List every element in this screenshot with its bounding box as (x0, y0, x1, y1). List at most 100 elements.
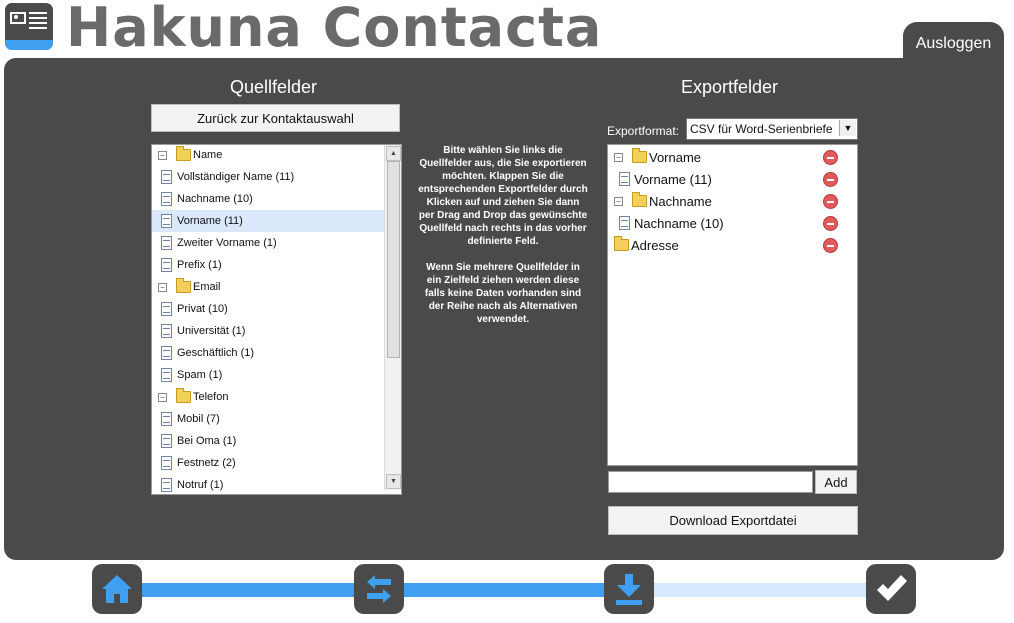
document-icon (161, 302, 172, 316)
app-logo-icon (5, 3, 53, 50)
scroll-up-arrow-icon[interactable]: ▲ (386, 146, 401, 161)
tree-item[interactable]: Zweiter Vorname (1) (152, 232, 384, 254)
scroll-down-arrow-icon[interactable]: ▼ (386, 474, 401, 489)
export-item[interactable]: Nachname (10) (608, 212, 857, 234)
instructions-paragraph: Bitte wählen Sie links die Quellfelder a… (418, 145, 588, 247)
export-fields-heading: Exportfelder (681, 77, 779, 97)
document-icon (161, 412, 172, 426)
folder-icon (176, 388, 191, 403)
tree-item[interactable]: Spam (1) (152, 364, 384, 386)
document-icon (161, 478, 172, 492)
folder-icon (632, 192, 647, 207)
tree-item[interactable]: Vollständiger Name (11) (152, 166, 384, 188)
progress-segment (654, 583, 866, 597)
source-fields-heading: Quellfelder (230, 77, 318, 97)
progress-segment (404, 583, 604, 597)
document-icon (161, 324, 172, 338)
tree-label: Vollständiger Name (11) (177, 171, 295, 183)
step-done-button[interactable] (866, 564, 916, 614)
tree-label: Nachname (649, 194, 712, 209)
tree-folder-name[interactable]: − Name (152, 145, 384, 166)
folder-icon (614, 236, 629, 251)
step-mapping-button[interactable] (354, 564, 404, 614)
tree-label: Prefix (1) (177, 259, 222, 271)
tree-label: Bei Oma (1) (177, 435, 237, 447)
document-icon (161, 192, 172, 206)
collapse-toggle-icon[interactable]: − (158, 283, 167, 292)
tree-label: Telefon (193, 391, 229, 403)
document-icon (161, 368, 172, 382)
tree-item[interactable]: Vorname (11) (152, 210, 384, 232)
new-export-field-input[interactable] (608, 471, 813, 493)
export-format-select[interactable]: CSV für Word-Serienbriefe ▼ (686, 118, 858, 140)
tree-label: Mobil (7) (177, 413, 220, 425)
document-icon (161, 236, 172, 250)
tree-folder-telefon[interactable]: − Telefon (152, 386, 384, 408)
export-folder-adresse[interactable]: Adresse (608, 234, 857, 256)
back-to-contacts-button[interactable]: Zurück zur Kontaktauswahl (151, 104, 400, 132)
chevron-down-icon[interactable]: ▼ (839, 120, 856, 136)
document-icon (619, 172, 630, 186)
collapse-toggle-icon[interactable]: − (614, 153, 623, 162)
document-icon (161, 214, 172, 228)
tree-item[interactable]: Nachname (10) (152, 188, 384, 210)
tree-label: Notruf (1) (177, 479, 224, 491)
document-icon (161, 170, 172, 184)
tree-label: Vorname (649, 150, 702, 165)
tree-item[interactable]: Festnetz (2) (152, 452, 384, 474)
collapse-toggle-icon[interactable]: − (614, 197, 623, 206)
export-folder-vorname[interactable]: − Vorname (608, 146, 857, 168)
remove-field-icon[interactable] (823, 194, 838, 209)
remove-field-icon[interactable] (823, 172, 838, 187)
tree-label: Nachname (10) (634, 216, 724, 231)
tree-item[interactable]: Prefix (1) (152, 254, 384, 276)
remove-field-icon[interactable] (823, 216, 838, 231)
tree-label: Privat (10) (177, 303, 228, 315)
folder-icon (632, 148, 647, 163)
tree-item[interactable]: Privat (10) (152, 298, 384, 320)
collapse-toggle-icon[interactable]: − (158, 393, 167, 402)
app-title: Hakuna Contacta (66, 0, 603, 59)
folder-icon (176, 278, 191, 293)
tree-label: Festnetz (2) (177, 457, 236, 469)
add-field-button[interactable]: Add (815, 470, 857, 494)
tree-label: Nachname (10) (177, 193, 253, 205)
instructions-paragraph: Wenn Sie mehrere Quellfelder in ein Ziel… (424, 262, 582, 325)
remove-field-icon[interactable] (823, 150, 838, 165)
tree-label: Vorname (11) (177, 215, 243, 227)
tree-item[interactable]: Universität (1) (152, 320, 384, 342)
step-home-button[interactable] (92, 564, 142, 614)
document-icon (161, 346, 172, 360)
export-folder-nachname[interactable]: − Nachname (608, 190, 857, 212)
document-icon (161, 434, 172, 448)
tree-item[interactable]: Geschäftlich (1) (152, 342, 384, 364)
instructions-text: Bitte wählen Sie links die Quellfelder a… (418, 144, 588, 339)
document-icon (619, 216, 630, 230)
export-format-value: CSV für Word-Serienbriefe (690, 122, 833, 136)
source-fields-tree[interactable]: ▲ ▼ − Name Vollständiger Name (11) Nachname… (151, 144, 402, 495)
export-format-label: Exportformat: (607, 124, 680, 138)
tree-label: Spam (1) (177, 369, 223, 381)
scroll-thumb[interactable] (387, 161, 400, 358)
tree-label: Vorname (11) (634, 172, 712, 187)
download-export-button[interactable]: Download Exportdatei (608, 506, 858, 535)
source-tree-scrollbar[interactable]: ▲ ▼ (384, 145, 401, 490)
tree-label: Geschäftlich (1) (177, 347, 255, 359)
step-download-button[interactable] (604, 564, 654, 614)
folder-icon (176, 146, 191, 161)
tree-item[interactable]: Notruf (1) (152, 474, 384, 494)
export-item[interactable]: Vorname (11) (608, 168, 857, 190)
tree-label: Zweiter Vorname (1) (177, 237, 277, 249)
collapse-toggle-icon[interactable]: − (158, 151, 167, 160)
remove-field-icon[interactable] (823, 238, 838, 253)
tree-label: Adresse (631, 238, 679, 253)
document-icon (161, 258, 172, 272)
tree-label: Universität (1) (177, 325, 246, 337)
export-fields-tree[interactable]: − Vorname Vorname (11) − Nachname Nachname (1… (607, 144, 858, 466)
document-icon (161, 456, 172, 470)
tree-folder-email[interactable]: − Email (152, 276, 384, 298)
progress-segment (142, 583, 354, 597)
tree-label: Email (193, 281, 221, 293)
tree-item[interactable]: Bei Oma (1) (152, 430, 384, 452)
tree-item[interactable]: Mobil (7) (152, 408, 384, 430)
